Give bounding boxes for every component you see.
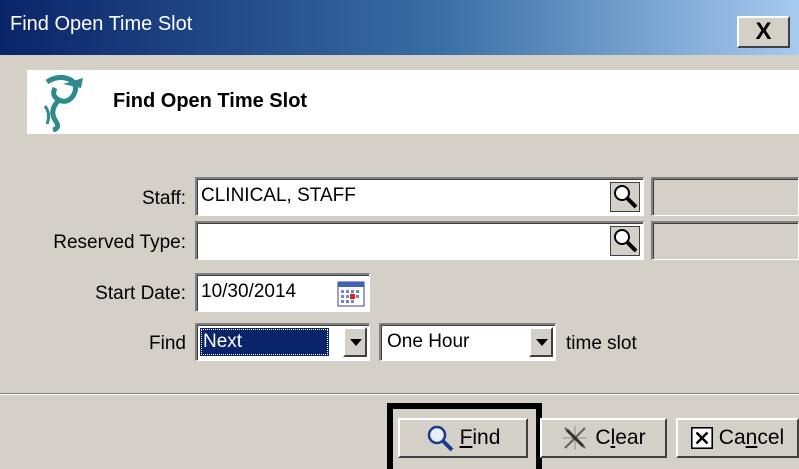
staff-label: Staff: (141, 188, 186, 209)
clear-button[interactable]: Clear (540, 418, 667, 458)
direction-select[interactable]: Next (195, 323, 370, 361)
reserved-type-field[interactable] (195, 221, 644, 260)
header-panel: Find Open Time Slot (27, 70, 799, 134)
start-date-field[interactable]: 10/30/2014 (195, 273, 370, 312)
chevron-down-icon[interactable] (343, 327, 367, 357)
logo-icon (43, 74, 83, 132)
cancel-button[interactable]: Cancel (676, 418, 799, 458)
cancel-button-label: Cancel (718, 426, 785, 449)
magnifier-icon[interactable] (610, 226, 640, 256)
time-slot-suffix: time slot (566, 333, 637, 354)
reserved-type-label: Reserved Type: (53, 232, 186, 253)
eraser-icon (563, 426, 588, 450)
divider (0, 394, 799, 395)
staff-field[interactable]: CLINICAL, STAFF (195, 177, 644, 216)
window-title: Find Open Time Slot (10, 13, 193, 35)
staff-value: CLINICAL, STAFF (201, 185, 356, 206)
reserved-type-detail-field (651, 221, 799, 260)
duration-selected: One Hour (387, 331, 470, 352)
duration-select[interactable]: One Hour (379, 323, 556, 361)
clear-button-label: Clear (595, 426, 646, 449)
close-button[interactable]: X (737, 16, 790, 48)
chevron-down-icon[interactable] (529, 327, 553, 357)
window-titlebar: Find Open Time Slot X (0, 0, 799, 55)
start-date-label: Start Date: (95, 283, 186, 304)
direction-selected: Next (200, 328, 329, 356)
find-label: Find (149, 333, 186, 354)
calendar-icon[interactable] (337, 281, 365, 307)
x-box-icon (690, 427, 713, 449)
start-date-value: 10/30/2014 (201, 281, 297, 302)
find-button-highlight (387, 403, 542, 469)
staff-detail-field (651, 177, 799, 216)
magnifier-icon[interactable] (610, 182, 640, 212)
header-title: Find Open Time Slot (113, 90, 308, 112)
